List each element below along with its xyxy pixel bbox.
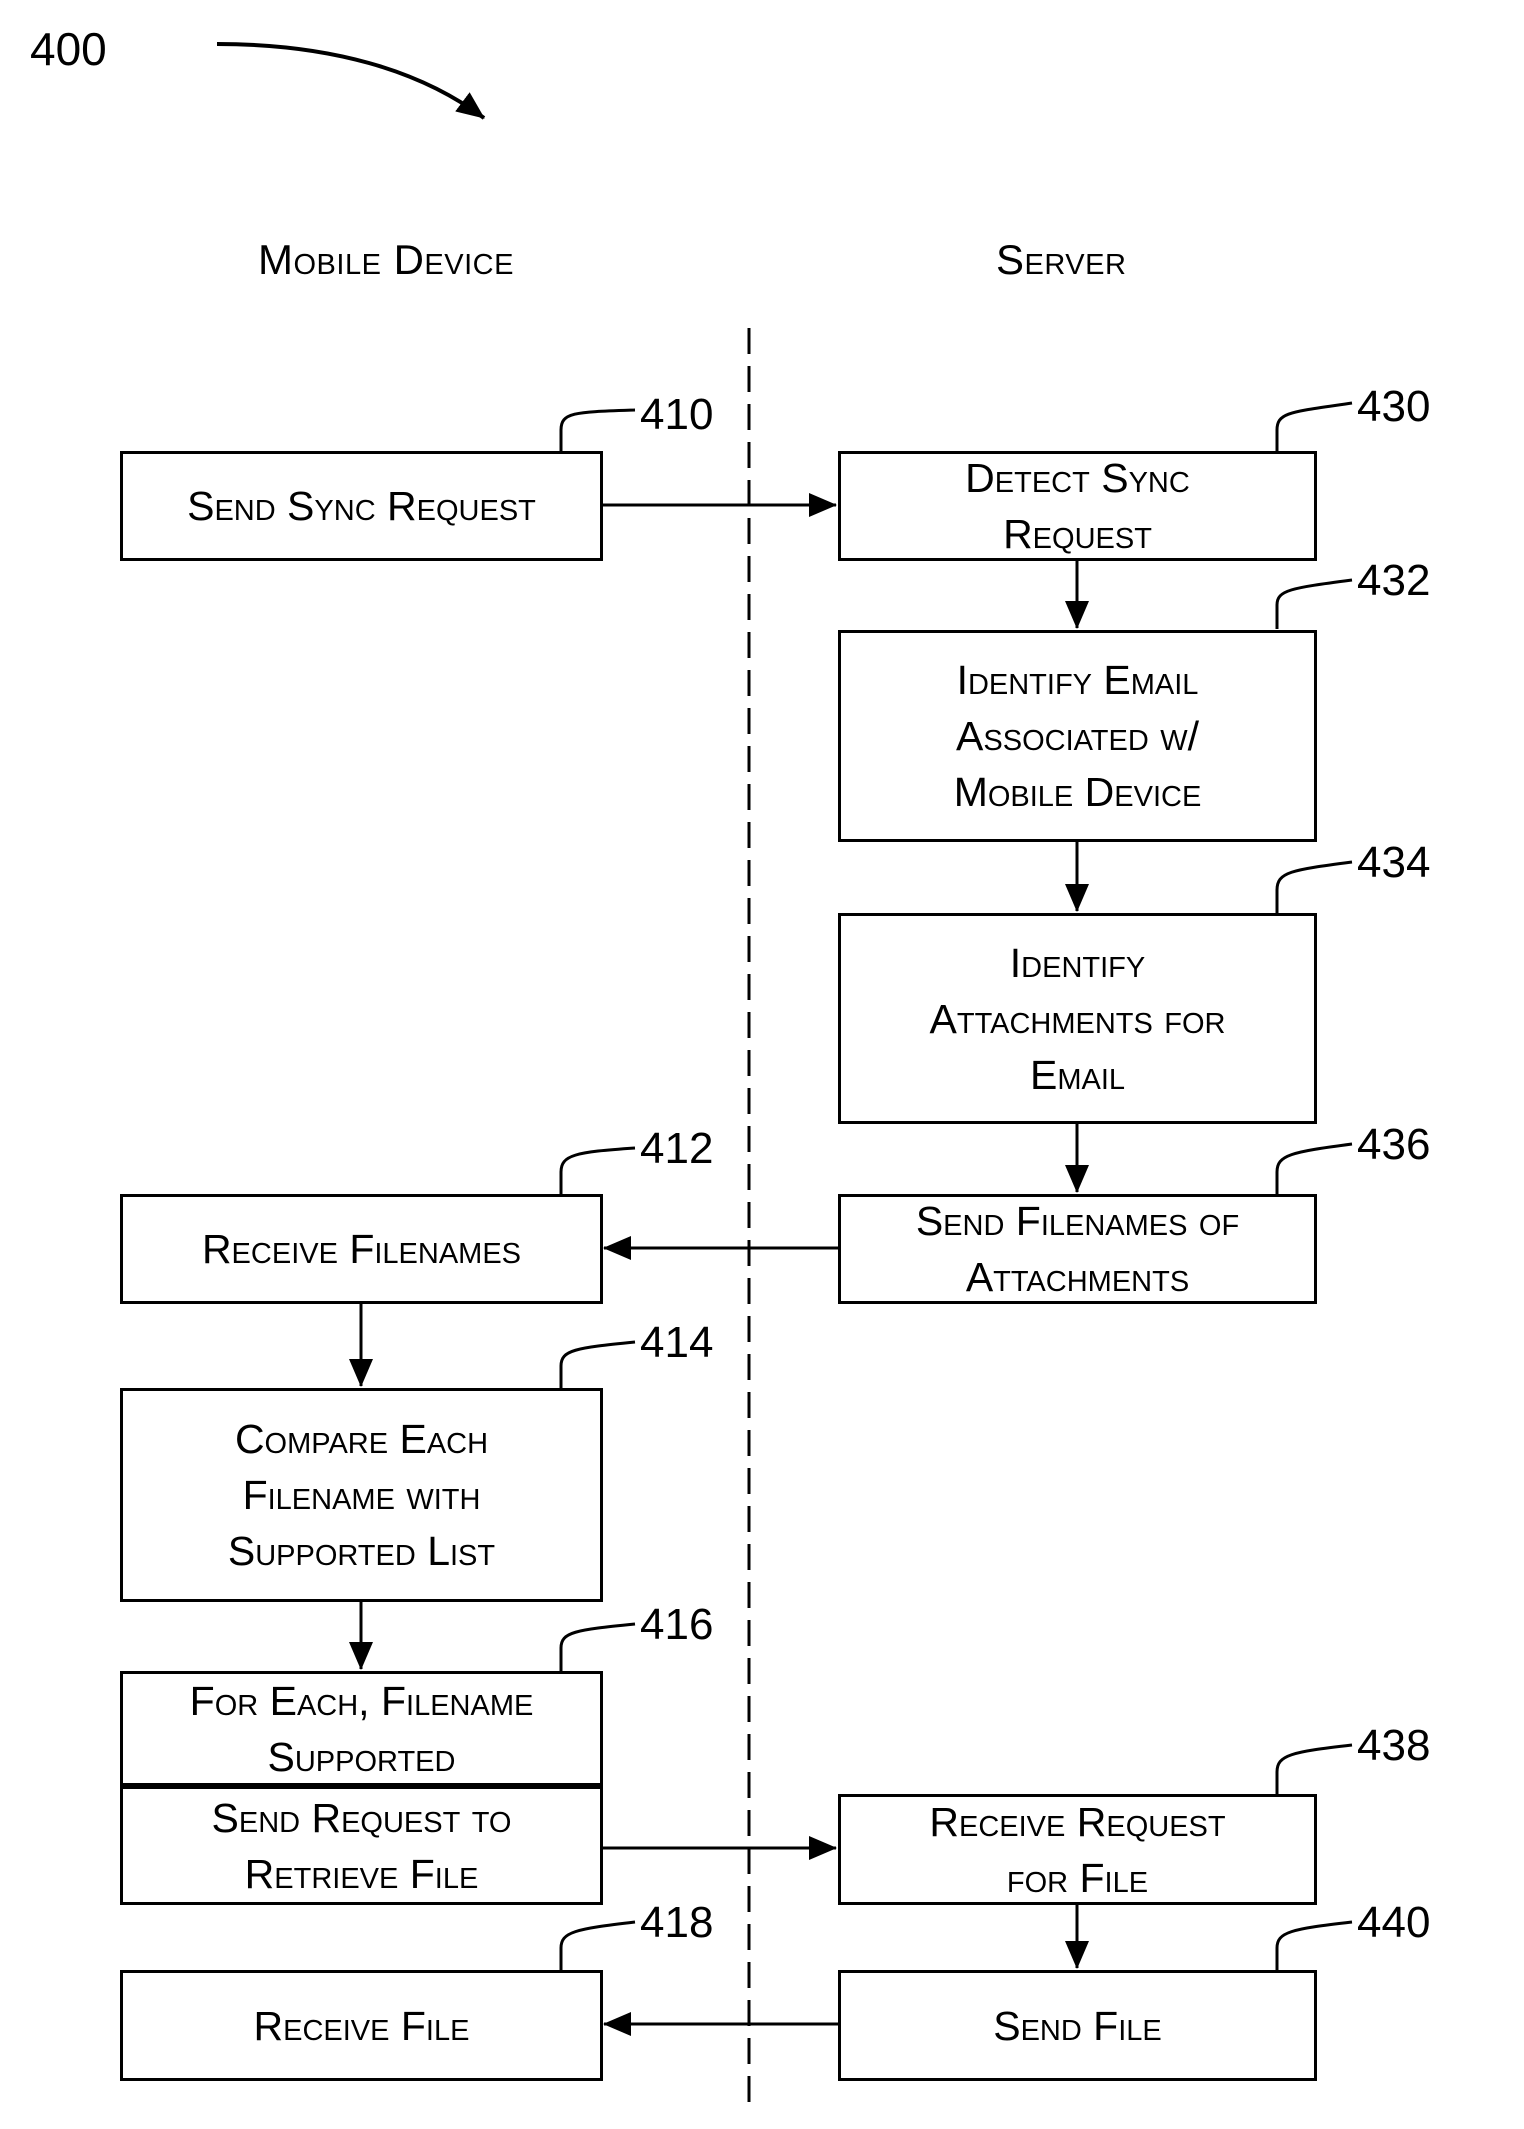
step-416-for-each-supported: For Each, Filename Supported Send Reques… [120, 1671, 603, 1905]
step-430-line-2: Request [1003, 511, 1152, 557]
leader-430 [1275, 401, 1353, 451]
step-416-condition: For Each, Filename Supported [123, 1674, 600, 1783]
step-430-detect-sync-request: Detect Sync Request [838, 451, 1317, 561]
step-436-line-2: Attachments [965, 1254, 1190, 1300]
step-432-identify-email: Identify Email Associated w/ Mobile Devi… [838, 630, 1317, 842]
ref-410: 410 [640, 390, 714, 439]
leader-418 [559, 1920, 636, 1970]
step-418-line-1: Receive File [253, 2002, 470, 2049]
step-410-send-sync-request: Send Sync Request [120, 451, 603, 561]
step-434-line-2: Attachments for [929, 995, 1226, 1042]
step-410-line-1: Send Sync Request [187, 483, 536, 529]
leader-412 [559, 1146, 636, 1194]
step-416-condition-line-1: For Each, Filename [189, 1677, 534, 1724]
step-414-line-2: Filename with [242, 1472, 481, 1518]
step-434-line-3: Email [1029, 1051, 1126, 1098]
step-438-line-2: for File [1006, 1854, 1149, 1901]
step-434-line-1: Identify [1009, 939, 1146, 986]
step-416-action-line-1: Send Request to [211, 1794, 512, 1841]
leader-410 [559, 408, 636, 451]
leader-416 [559, 1622, 636, 1671]
step-418-receive-file: Receive File [120, 1970, 603, 2081]
ref-412: 412 [640, 1124, 714, 1173]
ref-432: 432 [1357, 556, 1431, 605]
ref-436: 436 [1357, 1120, 1431, 1169]
leader-438 [1275, 1743, 1353, 1794]
step-434-identify-attachments: Identify Attachments for Email [838, 913, 1317, 1124]
step-416-action-line-2: Retrieve File [244, 1850, 479, 1897]
step-430-line-1: Detect Sync [965, 455, 1190, 501]
step-412-receive-filenames: Receive Filenames [120, 1194, 603, 1304]
ref-434: 434 [1357, 838, 1431, 887]
ref-430: 430 [1357, 382, 1431, 431]
ref-416: 416 [640, 1600, 714, 1649]
leader-414 [559, 1340, 636, 1388]
leader-432 [1275, 578, 1353, 629]
figure-pointer-arrow [216, 42, 486, 120]
leader-434 [1275, 860, 1353, 913]
ref-414: 414 [640, 1318, 714, 1367]
step-416-condition-line-2: Supported [267, 1733, 456, 1780]
step-412-line-1: Receive Filenames [201, 1226, 522, 1272]
step-438-line-1: Receive Request [929, 1798, 1226, 1845]
step-440-line-1: Send File [993, 2002, 1162, 2049]
step-414-line-1: Compare Each [234, 1416, 489, 1462]
ref-438: 438 [1357, 1721, 1431, 1770]
leader-440 [1275, 1920, 1353, 1970]
step-432-line-2: Associated w/ [956, 713, 1199, 759]
step-440-send-file: Send File [838, 1970, 1317, 2081]
step-432-line-1: Identify Email [956, 657, 1199, 703]
step-436-line-1: Send Filenames of [915, 1198, 1240, 1244]
step-416-action: Send Request to Retrieve File [123, 1789, 600, 1902]
ref-440: 440 [1357, 1898, 1431, 1947]
step-414-line-3: Supported List [227, 1528, 496, 1574]
step-414-compare-filenames: Compare Each Filename with Supported Lis… [120, 1388, 603, 1602]
step-432-line-3: Mobile Device [953, 769, 1202, 815]
step-436-send-filenames: Send Filenames of Attachments [838, 1194, 1317, 1304]
leader-436 [1275, 1142, 1353, 1194]
ref-418: 418 [640, 1898, 714, 1947]
step-438-receive-request: Receive Request for File [838, 1794, 1317, 1905]
